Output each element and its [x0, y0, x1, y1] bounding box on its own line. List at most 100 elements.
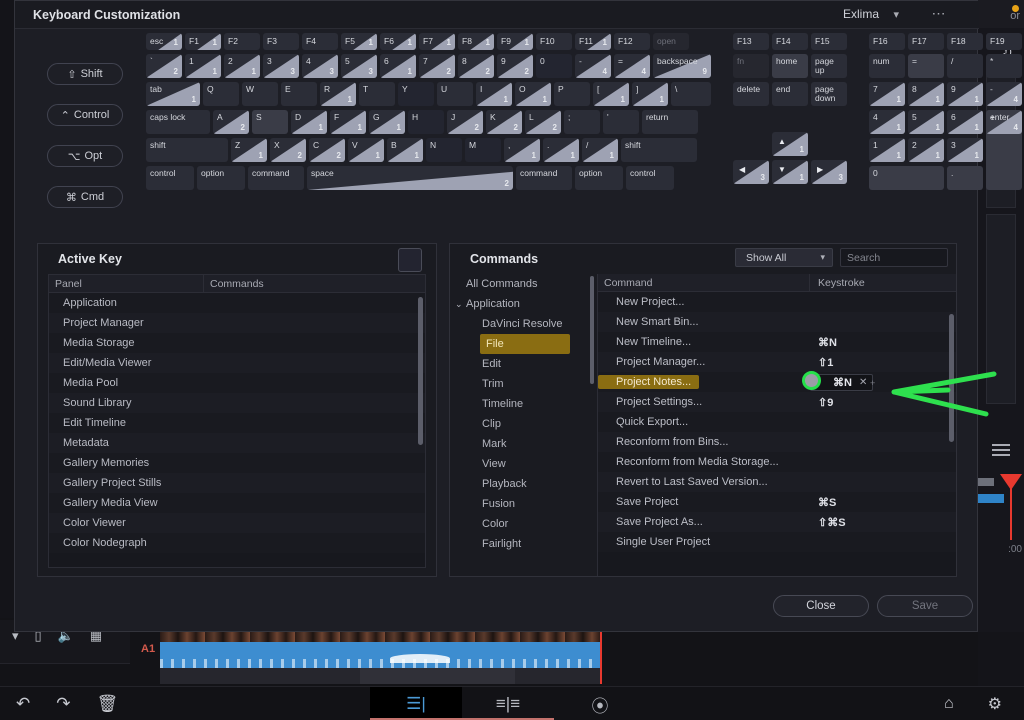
key-[interactable]: -4 [575, 54, 611, 78]
command-row[interactable]: Reconform from Bins... [598, 432, 956, 452]
key-[interactable]: ] 1 [632, 82, 668, 106]
key-5[interactable]: 53 [341, 54, 377, 78]
key-f8[interactable]: F8 1 [458, 33, 494, 50]
panel-list-item[interactable]: Gallery Memories [49, 453, 425, 473]
panel-list-item[interactable]: Gallery Media View [49, 493, 425, 513]
panel-list-item[interactable]: Color Viewer [49, 513, 425, 533]
home-icon[interactable]: ⌂ [944, 695, 954, 713]
key-4[interactable]: 43 [302, 54, 338, 78]
tree-scrollbar[interactable] [590, 276, 594, 384]
tree-item-application[interactable]: Application ⌄ [450, 294, 598, 314]
fusion-page-icon[interactable]: ⦿ [554, 687, 646, 720]
key-x[interactable]: X2 [270, 138, 306, 162]
key-command[interactable]: command [516, 166, 572, 190]
key-q[interactable]: Q [203, 82, 239, 106]
key-8[interactable]: 81 [908, 82, 944, 106]
key-delete[interactable]: delete [733, 82, 769, 106]
command-row[interactable]: New Timeline... ⌘N [598, 332, 956, 352]
command-row[interactable]: Single User Project [598, 532, 956, 552]
save-button[interactable]: Save [877, 595, 973, 617]
command-row[interactable]: Save Project As... ⇧⌘S [598, 512, 956, 532]
key-d[interactable]: D1 [291, 110, 327, 134]
key-0[interactable]: 0 [536, 54, 572, 78]
key-fn[interactable]: fn [733, 54, 769, 78]
key-f7[interactable]: F7 1 [419, 33, 455, 50]
command-row[interactable]: New Smart Bin... [598, 312, 956, 332]
key-[interactable]: /1 [582, 138, 618, 162]
search-input[interactable]: Search [840, 248, 948, 267]
command-row[interactable]: Project Manager... ⇧1 [598, 352, 956, 372]
command-row[interactable]: Reconform from Media Storage... [598, 452, 956, 472]
panel-list-item[interactable]: Edit Timeline [49, 413, 425, 433]
key-f18[interactable]: F18 [947, 33, 983, 50]
key-f14[interactable]: F14 [772, 33, 808, 50]
modifier-command-button[interactable]: ⌘ Cmd [47, 186, 123, 208]
panel-list-item[interactable]: Project Manager [49, 313, 425, 333]
tree-item-trim[interactable]: Trim [450, 374, 598, 394]
key-[interactable]: / [947, 54, 983, 78]
show-all-dropdown[interactable]: Show All ▾ [735, 248, 833, 267]
key-f4[interactable]: F4 [302, 33, 338, 50]
panel-list-item[interactable]: Media Pool [49, 373, 425, 393]
key-f17[interactable]: F17 [908, 33, 944, 50]
redo-icon[interactable]: ↷ [56, 694, 70, 714]
key-[interactable]: -4 [986, 82, 1022, 106]
key-esc[interactable]: esc 1 [146, 33, 182, 50]
key-0[interactable]: 0 [869, 166, 944, 190]
key-p[interactable]: P [554, 82, 590, 106]
key-2[interactable]: 21 [908, 138, 944, 162]
tree-item-clip[interactable]: Clip [450, 414, 598, 434]
panel-list-item[interactable]: Color Nodegraph [49, 533, 425, 553]
plus-icon[interactable]: + [870, 378, 875, 388]
key-8[interactable]: 82 [458, 54, 494, 78]
key-r[interactable]: R1 [320, 82, 356, 106]
key-caps-lock[interactable]: caps lock [146, 110, 210, 134]
tree-item-fusion[interactable]: Fusion [450, 494, 598, 514]
tree-item-all-commands[interactable]: All Commands [450, 274, 598, 294]
key-a[interactable]: A2 [213, 110, 249, 134]
key-f10[interactable]: F10 [536, 33, 572, 50]
key-g[interactable]: G1 [369, 110, 405, 134]
key-9[interactable]: 91 [947, 82, 983, 106]
undo-icon[interactable]: ↶ [16, 694, 30, 714]
key-3[interactable]: 33 [263, 54, 299, 78]
key-u[interactable]: U [437, 82, 473, 106]
gear-icon[interactable]: ⚙ [988, 694, 1002, 714]
key-[interactable]: * [986, 54, 1022, 78]
key-f16[interactable]: F16 [869, 33, 905, 50]
key-control[interactable]: control [626, 166, 674, 190]
key-7[interactable]: 71 [869, 82, 905, 106]
command-row[interactable]: New Project... [598, 292, 956, 312]
panel-list-item[interactable]: Sound Library [49, 393, 425, 413]
command-row[interactable]: Project Notes... ⌘N ✕ + [598, 371, 956, 392]
key-backspace[interactable]: backspace 9 [653, 54, 711, 78]
key-i[interactable]: I1 [476, 82, 512, 106]
key-f12[interactable]: F12 [614, 33, 650, 50]
key-f9[interactable]: F9 1 [497, 33, 533, 50]
active-key-scrollbar[interactable] [418, 297, 423, 445]
panel-list-item[interactable]: Media Storage [49, 333, 425, 353]
modifier-control-button[interactable]: ⌃ Control [47, 104, 123, 126]
panel-list-item[interactable]: Edit/Media Viewer [49, 353, 425, 373]
panel-list-item[interactable]: Metadata [49, 433, 425, 453]
tree-item-mark[interactable]: Mark [450, 434, 598, 454]
cut-page-icon[interactable]: ☰| [370, 687, 462, 720]
key-[interactable]: . [947, 166, 983, 190]
tree-item-edit[interactable]: Edit [450, 354, 598, 374]
tree-item-color[interactable]: Color [450, 514, 598, 534]
chevron-down-icon[interactable]: ⌄ [455, 294, 463, 314]
more-options-icon[interactable]: ⋯ [932, 5, 948, 22]
key-1[interactable]: 11 [185, 54, 221, 78]
key-[interactable]: \ [671, 82, 711, 106]
key-e[interactable]: E [281, 82, 317, 106]
command-row[interactable]: Save Project ⌘S [598, 492, 956, 512]
key-6[interactable]: 61 [947, 110, 983, 134]
key-control[interactable]: control [146, 166, 194, 190]
key-v[interactable]: V1 [348, 138, 384, 162]
key-[interactable]: .1 [543, 138, 579, 162]
key-arrow-left[interactable]: ◀ 3 [733, 160, 769, 184]
key-h[interactable]: H [408, 110, 444, 134]
key-[interactable]: ,1 [504, 138, 540, 162]
tree-item-davinci-resolve[interactable]: DaVinci Resolve [450, 314, 598, 334]
key-option[interactable]: option [197, 166, 245, 190]
